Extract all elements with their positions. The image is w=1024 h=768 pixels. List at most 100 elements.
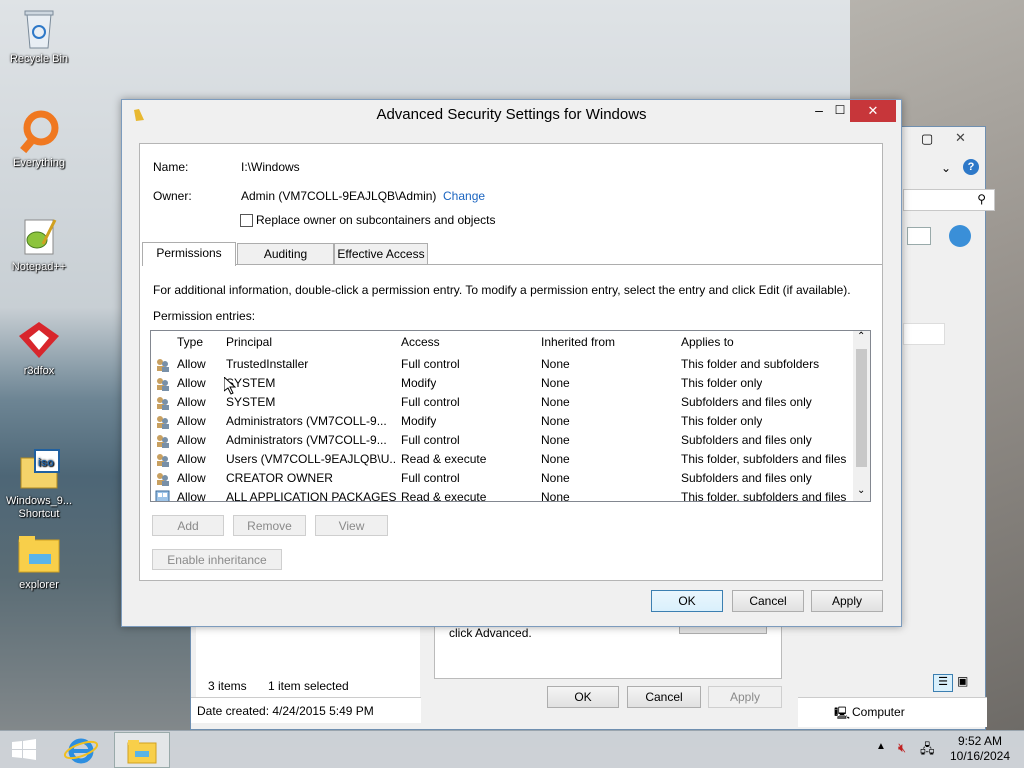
view-button[interactable]: View <box>315 515 388 536</box>
iso-file-icon: iso <box>17 435 61 489</box>
cell-applies-to: Subfolders and files only <box>681 471 812 485</box>
app-packages-icon <box>155 490 170 501</box>
cell-inherited-from: None <box>541 357 570 371</box>
computer-icon: 🖳 <box>834 706 851 720</box>
ok-button[interactable]: OK <box>651 590 723 612</box>
list-header: Type Principal Access Inherited from App… <box>151 333 855 352</box>
permission-entries-list[interactable]: Type Principal Access Inherited from App… <box>150 330 871 502</box>
change-owner-link[interactable]: Change <box>443 189 485 203</box>
table-row[interactable]: Allow Administrators (VM7COLL-9... Full … <box>151 431 855 450</box>
bg-ok-button[interactable]: OK <box>547 686 619 708</box>
cell-principal: TrustedInstaller <box>226 357 309 371</box>
start-windows-icon[interactable] <box>10 739 38 761</box>
scrollbar-thumb[interactable] <box>856 349 867 467</box>
properties-hint: click Advanced. <box>449 626 532 640</box>
close-icon[interactable]: ✕ <box>955 130 966 146</box>
enable-inheritance-button[interactable]: Enable inheritance <box>152 549 282 570</box>
desktop-icon-label: explorer <box>19 579 59 591</box>
bg-search-box[interactable]: ⚲ <box>903 189 995 211</box>
table-row[interactable]: Allow Users (VM7COLL-9EAJLQB\U... Read &… <box>151 450 855 469</box>
cell-principal: Administrators (VM7COLL-9... <box>226 414 387 428</box>
replace-owner-checkbox[interactable] <box>240 214 253 227</box>
folder-icon <box>17 532 61 576</box>
apply-button[interactable]: Apply <box>811 590 883 612</box>
close-button[interactable]: ✕ <box>850 100 896 122</box>
internet-explorer-icon[interactable] <box>62 734 100 766</box>
cancel-button[interactable]: Cancel <box>732 590 804 612</box>
column-header-applies-to[interactable]: Applies to <box>681 333 734 352</box>
volume-muted-icon[interactable]: 🔇︎ <box>898 740 906 756</box>
owner-value: Admin (VM7COLL-9EAJLQB\Admin) <box>241 189 437 203</box>
bg-cancel-button[interactable]: Cancel <box>627 686 701 708</box>
table-row[interactable]: Allow CREATOR OWNER Full control None Su… <box>151 469 855 488</box>
network-icon[interactable]: 🖧 <box>920 740 935 762</box>
table-row[interactable]: Allow ALL APPLICATION PACKAGES Read & ex… <box>151 488 855 502</box>
taskbar-explorer-button[interactable] <box>114 732 170 768</box>
scroll-up-icon[interactable]: ⌃ <box>857 331 865 342</box>
status-item-count: 3 items <box>208 679 247 693</box>
cell-type: Allow <box>177 395 206 409</box>
advanced-security-dialog: Advanced Security Settings for Windows –… <box>121 99 902 627</box>
list-scrollbar[interactable]: ⌃ ⌄ <box>853 331 870 501</box>
bg-toolbar: ⌄ ? <box>903 159 987 181</box>
cell-applies-to: Subfolders and files only <box>681 395 812 409</box>
cell-type: Allow <box>177 471 206 485</box>
cell-principal: SYSTEM <box>226 395 276 409</box>
details-view-icon[interactable]: ☰ <box>933 674 953 692</box>
cell-access: Read & execute <box>401 490 487 502</box>
tab-permissions[interactable]: Permissions <box>142 242 236 266</box>
cell-inherited-from: None <box>541 414 570 428</box>
status-selected: 1 item selected <box>268 679 349 693</box>
table-row[interactable]: Allow SYSTEM Modify None This folder onl… <box>151 374 855 393</box>
view-icon[interactable] <box>907 227 931 245</box>
desktop-icon-r3dfox[interactable]: r3dfox <box>1 318 77 377</box>
desktop-icon-recycle-bin[interactable]: Recycle Bin <box>1 6 77 65</box>
desktop-icon-label: Windows_9... Shortcut <box>5 495 73 520</box>
clock[interactable]: 9:52 AM 10/16/2024 <box>944 734 1016 764</box>
cell-applies-to: This folder, subfolders and files <box>681 452 847 466</box>
cell-access: Read & execute <box>401 452 487 466</box>
cell-inherited-from: None <box>541 395 570 409</box>
cell-applies-to: This folder only <box>681 376 763 390</box>
cell-principal: CREATOR OWNER <box>226 471 333 485</box>
taskbar: ▲ 🔇︎ 🖧 9:52 AM 10/16/2024 <box>0 730 1024 768</box>
add-button[interactable]: Add <box>152 515 224 536</box>
date-created: Date created: 4/24/2015 5:49 PM <box>197 704 374 718</box>
scroll-down-icon[interactable]: ⌄ <box>857 485 865 496</box>
view-toggle: ☰ ▣ <box>931 672 979 694</box>
tab-effective-access[interactable]: Effective Access <box>334 243 428 265</box>
column-header-inherited-from[interactable]: Inherited from <box>541 333 615 352</box>
help-icon[interactable]: ? <box>963 159 979 175</box>
cell-access: Full control <box>401 471 460 485</box>
cell-access: Modify <box>401 376 437 390</box>
cell-inherited-from: None <box>541 433 570 447</box>
column-header-type[interactable]: Type <box>177 333 203 352</box>
cell-type: Allow <box>177 357 206 371</box>
users-icon <box>157 416 169 429</box>
network-icon[interactable] <box>949 225 971 247</box>
name-value: I:\Windows <box>241 160 300 174</box>
users-icon <box>157 359 169 372</box>
table-row[interactable]: Allow SYSTEM Full control None Subfolder… <box>151 393 855 412</box>
bg-window-controls: ▢ ✕ <box>911 130 981 149</box>
table-row[interactable]: Allow Administrators (VM7COLL-9... Modif… <box>151 412 855 431</box>
desktop-icon-notepadpp[interactable]: Notepad++ <box>1 214 77 273</box>
cell-applies-to: This folder, subfolders and files <box>681 490 847 502</box>
show-hidden-icons-icon[interactable]: ▲ <box>876 741 886 752</box>
column-header-principal[interactable]: Principal <box>226 333 272 352</box>
desktop-icon-everything[interactable]: Everything <box>1 110 77 169</box>
desktop-icon-explorer[interactable]: explorer <box>1 532 77 591</box>
clock-date: 10/16/2024 <box>949 749 1011 763</box>
remove-button[interactable]: Remove <box>233 515 306 536</box>
everything-icon <box>17 110 61 154</box>
bg-apply-button[interactable]: Apply <box>708 686 782 708</box>
chevron-down-icon[interactable]: ⌄ <box>941 161 951 175</box>
desktop-icon-windows-shortcut[interactable]: iso Windows_9... Shortcut <box>1 422 77 534</box>
column-header-access[interactable]: Access <box>401 333 440 352</box>
replace-owner-label: Replace owner on subcontainers and objec… <box>256 213 496 227</box>
table-row[interactable]: Allow TrustedInstaller Full control None… <box>151 355 855 374</box>
tiles-view-icon[interactable]: ▣ <box>957 674 968 688</box>
name-label: Name: <box>153 160 189 174</box>
tab-auditing[interactable]: Auditing <box>237 243 334 265</box>
maximize-icon[interactable]: ▢ <box>921 131 933 147</box>
